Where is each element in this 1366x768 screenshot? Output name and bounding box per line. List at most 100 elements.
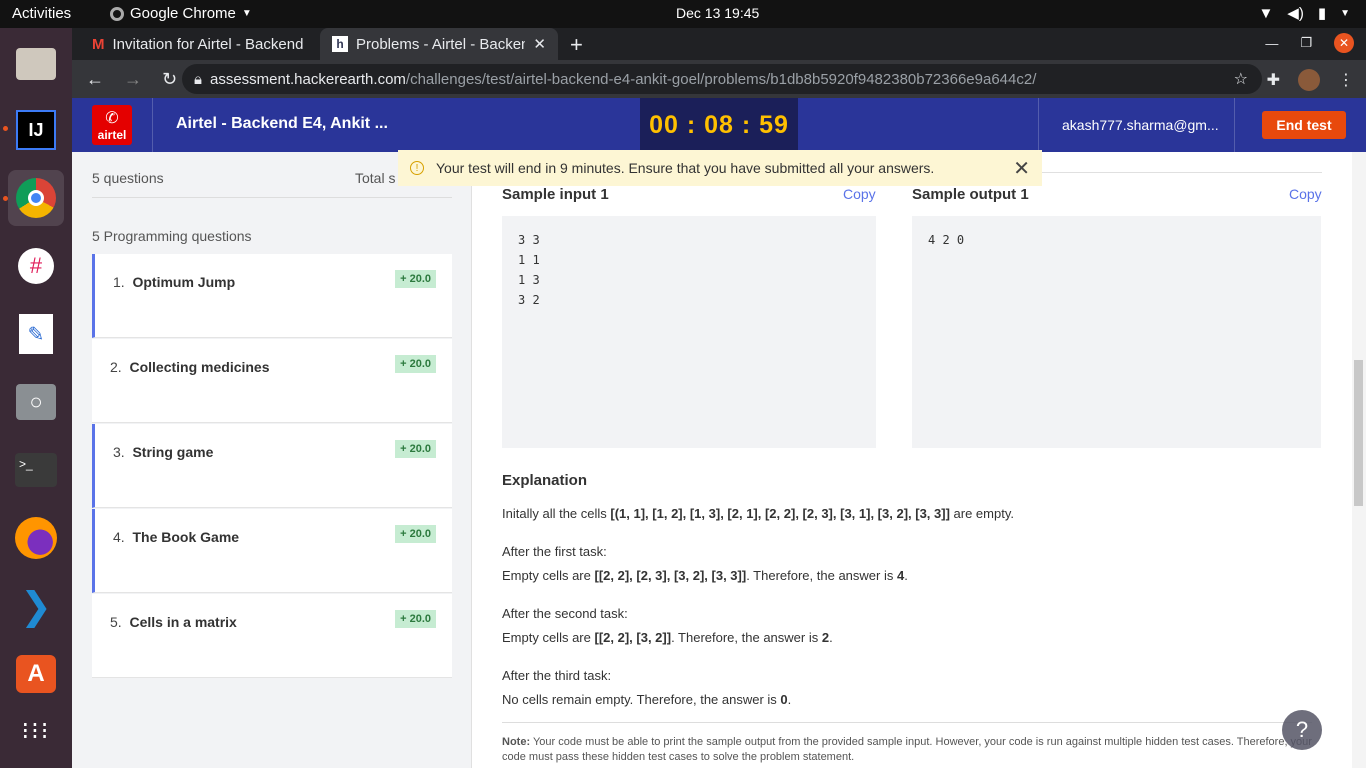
close-window-icon[interactable]: ✕ [1334,33,1354,53]
menu-kebab-icon[interactable]: ⋮ [1338,70,1354,90]
question-item[interactable]: 2. Collecting medicines + 20.0 [92,339,452,423]
toolbar: ← → ↻ 🔒︎ assessment.hackerearth.com/chal… [72,60,1366,98]
question-count: 5 questions [92,170,164,186]
chrome-dock-icon[interactable] [8,170,64,226]
app-grid-icon[interactable]: ⁝⁝⁝ [8,704,64,760]
test-name: Airtel - Backend E4, Ankit ... [176,115,388,132]
question-title: 2. Collecting medicines [110,359,270,375]
explanation-line: Initally all the cells [(1, 1], [1, 2], … [502,506,1014,521]
note-label: Note: [502,736,531,748]
app-menu[interactable]: Google Chrome ▼ [110,5,252,22]
tab-title: Problems - Airtel - Backend E4 [356,35,526,53]
total-score-label: Total s [355,170,396,186]
chevron-down-icon: ▼ [241,8,252,19]
system-top-bar: Activities Google Chrome ▼ Dec 13 19:45 … [0,0,1366,28]
sample-output-box: 4 2 0 [912,216,1321,448]
new-tab-button[interactable]: + [570,32,583,58]
explanation-line: After the first task: [502,544,607,559]
sample-input-box: 3 3 1 1 1 3 3 2 [502,216,876,448]
user-email[interactable]: akash777.sharma@gm... [1062,117,1219,133]
section-label: 5 Programming questions [92,228,252,244]
dock: IJ # ✎ ○ >_ ❯ A ⁝⁝⁝ [0,28,72,768]
image-viewer-icon[interactable]: ○ [8,374,64,430]
explanation-line: Empty cells are [[2, 2], [3, 2]]. Theref… [502,630,833,645]
question-title: 3. String game [113,444,214,460]
intellij-icon[interactable]: IJ [8,102,64,158]
tab-problems[interactable]: h Problems - Airtel - Backend E4 ✕ [320,28,558,60]
close-icon[interactable]: ✕ [1013,156,1030,181]
terminal-icon[interactable]: >_ [8,442,64,498]
question-item[interactable]: 4. The Book Game + 20.0 [92,509,452,593]
maximize-icon[interactable]: ❐ [1300,35,1312,51]
countdown-timer: 00 : 08 : 59 [640,98,798,152]
explanation-line: After the third task: [502,668,612,683]
browser-window: M Invitation for Airtel - Backend h Prob… [72,28,1366,768]
copy-input-button[interactable]: Copy [843,186,876,202]
window-controls: — ❐ ✕ [1265,33,1354,53]
explanation-section: Explanation Initally all the cells [(1, … [502,472,1342,713]
firefox-icon[interactable] [8,510,64,566]
question-item[interactable]: 1. Optimum Jump + 20.0 [92,254,452,338]
text-editor-icon[interactable]: ✎ [8,306,64,362]
address-bar[interactable]: 🔒︎ assessment.hackerearth.com/challenges… [182,64,1262,94]
slack-icon[interactable]: # [8,238,64,294]
warning-icon: ! [410,161,424,175]
gmail-icon: M [92,35,105,53]
score-badge: + 20.0 [395,525,436,543]
tab-title: Invitation for Airtel - Backend [112,35,304,53]
software-center-icon[interactable]: A [8,646,64,702]
wifi-icon: ▼ [1258,4,1274,22]
note-text: Your code must be able to print the samp… [502,736,1312,763]
hackerearth-icon: h [332,36,348,52]
question-title: 5. Cells in a matrix [110,614,237,630]
question-item[interactable]: 3. String game + 20.0 [92,424,452,508]
copy-output-button[interactable]: Copy [1289,186,1322,202]
airtel-logo: ✆ airtel [92,105,132,145]
profile-avatar[interactable] [1298,69,1320,91]
battery-icon: ▮ [1317,5,1327,22]
chrome-icon [110,6,124,21]
explanation-line: Empty cells are [[2, 2], [2, 3], [3, 2],… [502,568,908,583]
app-name: Google Chrome [130,5,236,22]
question-title: 1. Optimum Jump [113,274,236,290]
clock[interactable]: Dec 13 19:45 [676,5,759,21]
bookmark-star-icon[interactable]: ☆ [1234,69,1248,89]
tab-gmail[interactable]: M Invitation for Airtel - Backend [80,28,318,60]
url-path: /challenges/test/airtel-backend-e4-ankit… [405,70,1037,88]
activities-button[interactable]: Activities [12,5,71,22]
sample-output-label: Sample output 1 [912,186,1029,203]
end-test-button[interactable]: End test [1262,111,1346,139]
vscode-icon[interactable]: ❯ [8,578,64,634]
minimize-icon[interactable]: — [1265,36,1278,51]
question-sidebar: 5 questions Total s 5 Programming questi… [72,152,472,768]
back-icon[interactable]: ← [86,69,104,90]
test-header: ✆ airtel Airtel - Backend E4, Ankit ... 0… [72,98,1366,152]
logo-text: airtel [97,128,127,142]
question-item[interactable]: 5. Cells in a matrix + 20.0 [92,594,452,678]
toast-message: Your test will end in 9 minutes. Ensure … [436,160,935,176]
scrollbar[interactable] [1352,152,1366,768]
tab-strip: M Invitation for Airtel - Backend h Prob… [72,28,1366,60]
scrollbar-thumb[interactable] [1354,360,1363,506]
help-button[interactable]: ? [1282,710,1322,750]
explanation-line: No cells remain empty. Therefore, the an… [502,692,792,707]
sample-input-label: Sample input 1 [502,186,609,203]
problem-panel: Sample input 1 Copy 3 3 1 1 1 3 3 2 Samp… [398,150,1366,768]
explanation-line: After the second task: [502,606,628,621]
reload-icon[interactable]: ↻ [162,69,177,90]
page-content: ✆ airtel Airtel - Backend E4, Ankit ... 0… [72,98,1366,768]
files-icon[interactable] [8,36,64,92]
system-tray[interactable]: ▼ ◀) ▮ ▼ [1258,4,1350,23]
explanation-title: Explanation [502,472,588,489]
note: Note: Your code must be able to print th… [502,722,1312,765]
score-badge: + 20.0 [395,610,436,628]
time-warning-toast: ! Your test will end in 9 minutes. Ensur… [398,150,1042,186]
score-badge: + 20.0 [395,440,436,458]
extensions-icon[interactable]: ✚ [1267,70,1280,90]
url-host: assessment.hackerearth.com [209,70,406,88]
score-badge: + 20.0 [395,355,436,373]
score-badge: + 20.0 [395,270,436,288]
chevron-down-icon: ▼ [1340,7,1350,19]
close-tab-icon[interactable]: ✕ [533,35,546,53]
forward-icon[interactable]: → [124,69,142,90]
